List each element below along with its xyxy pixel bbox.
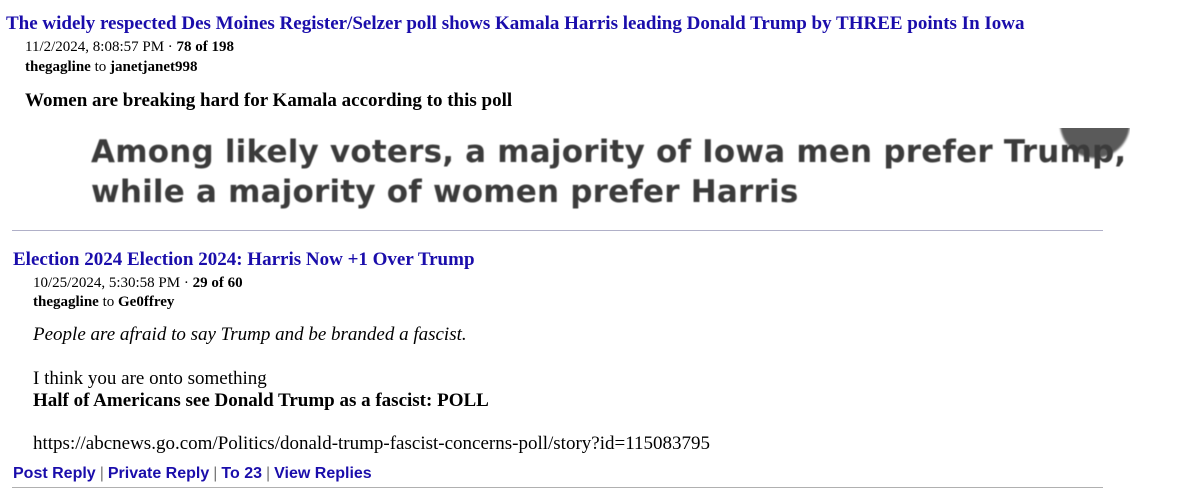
meta-separator: · (164, 39, 177, 55)
poll-graphic-image: Among likely voters, a majority of Iowa … (85, 128, 1130, 218)
post-divider (12, 230, 1103, 231)
post-2-timestamp: 10/25/2024, 5:30:58 PM (33, 275, 181, 291)
action-separator: | (266, 465, 271, 482)
to-word: to (90, 59, 111, 75)
post-1-body: Women are breaking hard for Kamala accor… (25, 90, 513, 111)
poll-graphic-text: Among likely voters, a majority of Iowa … (91, 132, 1126, 212)
post-2-recipient[interactable]: Ge0ffrey (118, 294, 174, 310)
post-1-timestamp: 11/2/2024, 8:08:57 PM (25, 39, 165, 55)
post-1-byline: thegagline to janetjanet998 (25, 59, 198, 76)
post-1-position: 78 of 198 (176, 39, 235, 55)
post-2-position: 29 of 60 (192, 275, 243, 291)
poll-graphic-line-1: Among likely voters, a majority of Iowa … (91, 134, 1127, 170)
post-1-author[interactable]: thegagline (25, 59, 91, 75)
to-parent-link[interactable]: To 23 (221, 465, 262, 482)
action-separator: | (99, 465, 104, 482)
post-2-meta: 10/25/2024, 5:30:58 PM · 29 of 60 (33, 275, 243, 292)
view-replies-link[interactable]: View Replies (274, 465, 372, 482)
action-separator: | (213, 465, 218, 482)
post-2-body-line: I think you are onto something (33, 368, 267, 389)
bottom-divider (12, 487, 1103, 488)
post-2-url: https://abcnews.go.com/Politics/donald-t… (33, 433, 711, 454)
post-2-quote: People are afraid to say Trump and be br… (33, 324, 467, 345)
meta-separator: · (180, 275, 193, 291)
to-word: to (98, 294, 119, 310)
poll-graphic-line-2: while a majority of women prefer Harris (91, 174, 799, 210)
post-1-title-link[interactable]: The widely respected Des Moines Register… (6, 13, 1025, 35)
post-reply-link[interactable]: Post Reply (13, 465, 96, 482)
post-1-meta: 11/2/2024, 8:08:57 PM · 78 of 198 (25, 39, 234, 56)
post-2-author[interactable]: thegagline (33, 294, 99, 310)
post-1-recipient[interactable]: janetjanet998 (110, 59, 197, 75)
post-2-byline: thegagline to Ge0ffrey (33, 294, 174, 311)
post-2-headline: Half of Americans see Donald Trump as a … (33, 390, 489, 411)
post-actions: Post Reply | Private Reply | To 23 | View Repl… (13, 465, 372, 483)
post-2-title[interactable]: Election 2024 Election 2024: Harris Now … (13, 249, 475, 271)
private-reply-link[interactable]: Private Reply (108, 465, 209, 482)
